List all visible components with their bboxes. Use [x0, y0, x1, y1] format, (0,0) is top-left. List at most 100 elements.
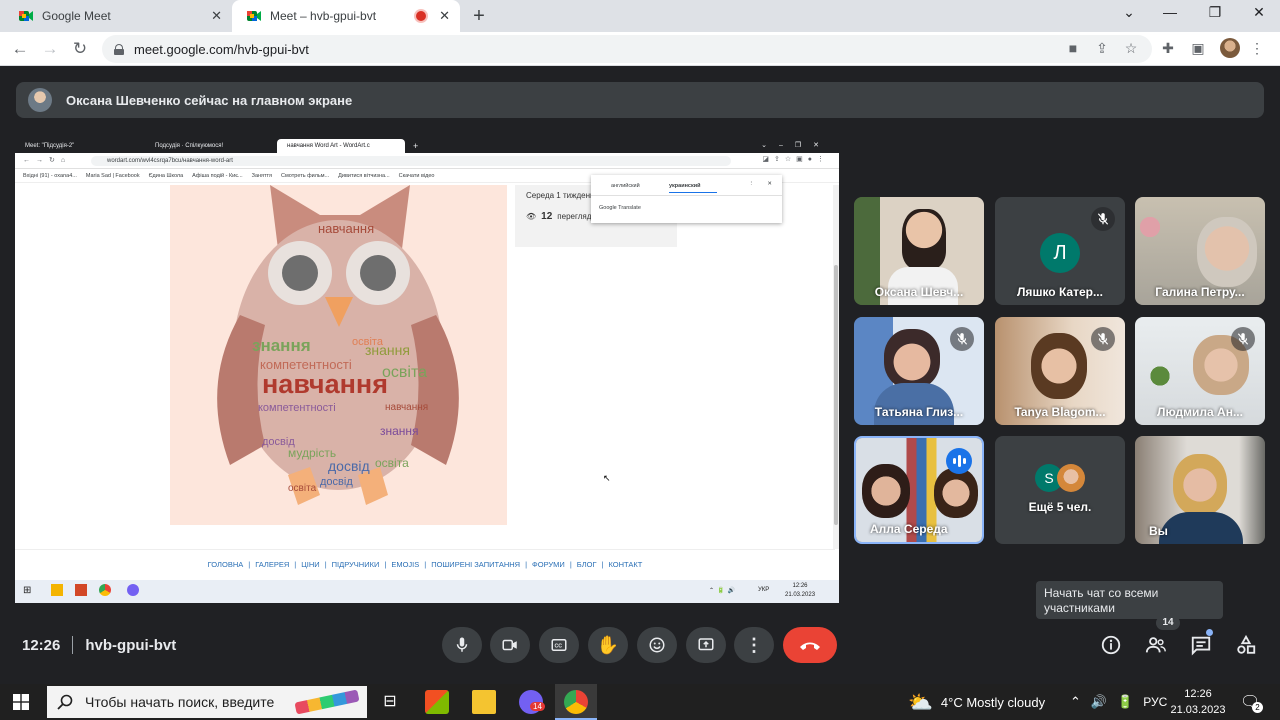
present-button[interactable]	[686, 627, 726, 663]
side-panel-icon[interactable]: ▣	[1189, 40, 1207, 57]
share-icon[interactable]: ⇪	[1093, 40, 1111, 57]
address-bar[interactable]: meet.google.com/hvb-gpui-bvt	[102, 35, 1152, 63]
owl-word: освіта	[375, 456, 409, 470]
leave-call-button[interactable]	[783, 627, 837, 663]
taskbar-clock[interactable]: 12:26 21.03.2023	[1170, 686, 1226, 718]
info-date: Середа 1 тиждень	[526, 191, 595, 200]
participant-figure	[902, 209, 946, 269]
emoji-icon	[649, 637, 665, 653]
activities-icon	[1237, 634, 1256, 654]
translate-lang-from: английский	[611, 183, 640, 189]
chevron-up-icon[interactable]: ⌃	[1070, 694, 1081, 710]
meet-logo-icon	[247, 11, 261, 21]
raise-hand-button[interactable]: ✋	[588, 627, 628, 663]
lock-icon	[114, 43, 124, 55]
owl-word: знання	[252, 336, 311, 355]
minimize-icon[interactable]: —	[1160, 4, 1180, 20]
shared-screen: Meet: "Підсудія-2" Подсудія · Спілкуюмос…	[15, 139, 839, 603]
back-icon[interactable]: ←	[10, 39, 30, 59]
close-icon[interactable]: ✕	[211, 8, 222, 24]
owl-left-eye	[282, 255, 318, 291]
participant-tile-more[interactable]: S Ещё 5 чел.	[995, 436, 1125, 544]
reload-icon[interactable]: ↻	[70, 39, 90, 59]
search-icon	[57, 694, 73, 710]
shared-footer-nav: ГОЛОВНА | ГАЛЕРЕЯ | ЦІНИ | ПІДРУЧНИКИ | EMOJ…	[15, 549, 835, 579]
taskbar-search[interactable]: Чтобы начать поиск, введите	[47, 686, 367, 718]
people-icon	[1145, 637, 1166, 653]
input-language[interactable]: РУС	[1143, 695, 1167, 709]
mic-off-icon	[950, 327, 974, 351]
more-options-button[interactable]: ⋮	[734, 627, 774, 663]
participant-tile[interactable]: Татьяна Глиз...	[854, 317, 984, 425]
chrome-icon	[99, 584, 111, 596]
bookmark: Афіша подій - Киє...	[192, 172, 243, 179]
windows-start-icon[interactable]	[13, 694, 29, 710]
chat-button[interactable]	[1189, 633, 1213, 657]
meet-stage: Оксана Шевченко сейчас на главном экране…	[0, 66, 1280, 684]
system-tray: ⌃ 🔊 🔋 РУС	[1070, 684, 1167, 720]
file-explorer-icon[interactable]	[472, 690, 496, 714]
participant-tile-self[interactable]: Вы	[1135, 436, 1265, 544]
new-tab-button[interactable]: +	[468, 5, 490, 28]
owl-word: освіта	[382, 364, 427, 381]
participant-tile[interactable]: Людмила Ан...	[1135, 317, 1265, 425]
close-icon[interactable]: ✕	[439, 8, 450, 24]
menu-icon[interactable]: ⋮	[1248, 40, 1266, 57]
captions-button[interactable]: CC	[539, 627, 579, 663]
bookmark: Скачати відео	[398, 172, 435, 179]
forward-icon[interactable]: →	[40, 39, 60, 59]
avatar	[1057, 464, 1085, 492]
tab-label: Google Meet	[42, 9, 111, 23]
activities-button[interactable]	[1234, 633, 1258, 657]
profile-avatar[interactable]	[1220, 38, 1240, 58]
tab-google-meet[interactable]: Google Meet ✕	[4, 0, 232, 32]
mic-off-icon	[1231, 327, 1255, 351]
taskbar-chrome-active[interactable]	[555, 684, 597, 720]
store-icon[interactable]	[425, 690, 449, 714]
bookmark: Заняття	[251, 172, 273, 179]
task-view-icon[interactable]: ⊟	[378, 690, 402, 714]
close-window-icon[interactable]: ✕	[1249, 4, 1269, 21]
battery-icon[interactable]: 🔋	[1117, 694, 1133, 710]
footer-link: ГАЛЕРЕЯ	[255, 560, 290, 569]
plus-icon: +	[413, 141, 419, 151]
window-controls-icon: ⌄–❐✕	[761, 142, 831, 149]
participant-figure	[1031, 333, 1087, 399]
volume-icon[interactable]: 🔊	[1091, 694, 1107, 710]
clock-time: 12:26	[1184, 688, 1212, 700]
mouse-cursor-icon: ↖	[603, 473, 611, 483]
browser-toolbar: ← → ↻ meet.google.com/hvb-gpui-bvt ■ ⇪ ☆…	[0, 32, 1280, 66]
meeting-details-button[interactable]	[1099, 633, 1123, 657]
participant-tile[interactable]: Tanya Blagom...	[995, 317, 1125, 425]
clock-date: 21.03.2023	[1170, 704, 1226, 716]
tab-label: Meet – hvb-gpui-bvt	[270, 9, 377, 23]
translate-lang-to: украинский	[669, 183, 717, 193]
participant-tile[interactable]: Галина Петру...	[1135, 197, 1265, 305]
reactions-button[interactable]	[637, 627, 677, 663]
camera-button[interactable]	[490, 627, 530, 663]
weather-widget[interactable]: ⛅ 4°C Mostly cloudy	[908, 684, 1045, 720]
microphone-icon	[456, 637, 468, 652]
footer-link: ПОШИРЕНІ ЗАПИТАННЯ	[431, 560, 521, 569]
extensions-icon[interactable]: ✚	[1159, 40, 1177, 57]
browser-tab-strip: Google Meet ✕ Meet – hvb-gpui-bvt ✕ + ⌄ …	[0, 0, 1280, 32]
restore-icon[interactable]: ❐	[1205, 4, 1225, 21]
hang-up-icon	[800, 642, 820, 650]
owl-word: освіта	[288, 483, 317, 494]
microphone-button[interactable]	[442, 627, 482, 663]
participant-tile[interactable]: Л Ляшко Катер...	[995, 197, 1125, 305]
camera-in-use-icon[interactable]: ■	[1064, 40, 1082, 56]
owl-word: компетентності	[258, 402, 336, 414]
tab-meet-call[interactable]: Meet – hvb-gpui-bvt ✕	[232, 0, 460, 32]
mic-off-icon	[1091, 207, 1115, 231]
star-icon[interactable]: ☆	[1122, 40, 1140, 57]
tab-search-icon[interactable]: ⌄	[1119, 4, 1139, 21]
participant-tile[interactable]: Оксана Шевч...	[854, 197, 984, 305]
footer-link: ЦІНИ	[301, 560, 320, 569]
people-button[interactable]	[1144, 633, 1168, 657]
chrome-icon	[564, 690, 588, 714]
bookmark: Єдина Школа	[148, 172, 184, 179]
participant-tile-speaking[interactable]: Алла Середа	[854, 436, 984, 544]
participant-name: Татьяна Глиз...	[874, 405, 964, 419]
bookmark: Вхідні (91) - oxana4...	[23, 172, 77, 179]
